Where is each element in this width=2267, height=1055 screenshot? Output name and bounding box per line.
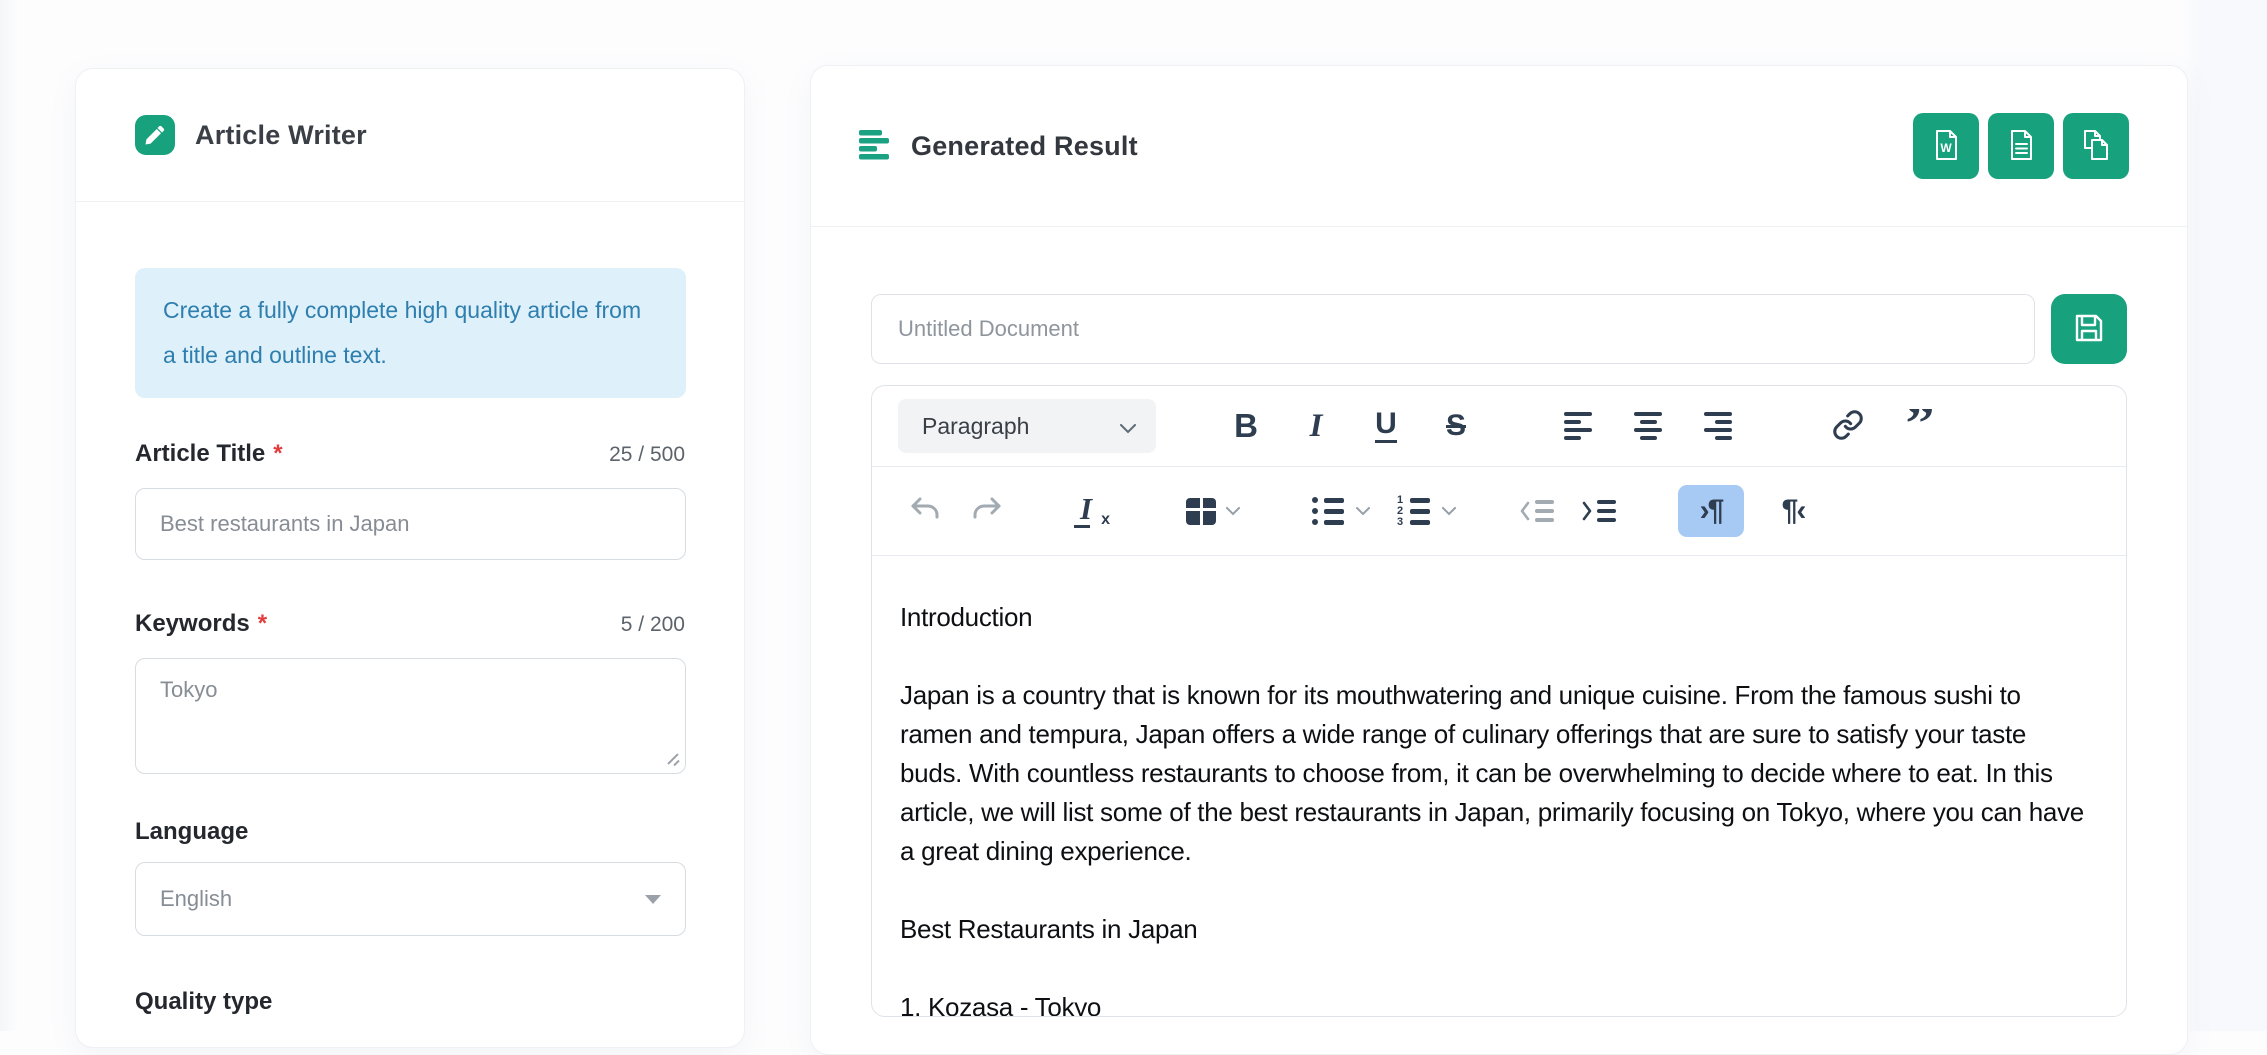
table-icon [1186, 498, 1216, 525]
redo-button[interactable] [970, 483, 1004, 539]
paragraph-style-dropdown[interactable]: Paragraph [898, 399, 1156, 453]
pencil-icon [135, 115, 175, 155]
article-title-input[interactable] [135, 488, 686, 560]
word-file-icon: W [1929, 128, 1963, 165]
underline-button[interactable]: U [1358, 398, 1414, 454]
resize-handle[interactable] [666, 752, 680, 766]
editor-content[interactable]: Introduction Japan is a country that is … [872, 556, 2126, 1017]
bullet-list-button[interactable] [1312, 483, 1370, 539]
align-right-icon [1704, 412, 1732, 441]
language-label: Language [135, 818, 248, 846]
undo-icon [908, 494, 942, 529]
link-icon [1832, 409, 1864, 444]
language-selected-value: English [160, 886, 232, 912]
numbered-list-icon: 1 2 3 [1396, 497, 1430, 526]
strikethrough-icon: S [1446, 409, 1466, 443]
paragraph-ltr-button[interactable]: ›¶ [1678, 485, 1744, 537]
save-icon [2071, 310, 2107, 349]
article-title-label: Article Title* [135, 440, 283, 468]
panel-title: Generated Result [911, 131, 1138, 162]
export-text-button[interactable] [1988, 113, 2054, 179]
text-file-icon [2004, 128, 2038, 165]
bullet-list-icon [1312, 497, 1344, 526]
italic-icon: I [1310, 408, 1323, 445]
indent-button[interactable] [1582, 483, 1616, 539]
required-marker: * [258, 610, 267, 637]
chevron-down-icon [1120, 413, 1136, 440]
keywords-label: Keywords* [135, 610, 267, 638]
article-title-counter: 25 / 500 [609, 443, 685, 467]
align-right-button[interactable] [1690, 398, 1746, 454]
numbered-list-button[interactable]: 1 2 3 [1396, 483, 1456, 539]
generated-result-header: Generated Result W [811, 66, 2187, 227]
export-word-button[interactable]: W [1913, 113, 1979, 179]
underline-icon: U [1375, 409, 1397, 443]
required-marker: * [273, 440, 282, 467]
link-button[interactable] [1820, 398, 1876, 454]
keywords-counter: 5 / 200 [621, 613, 685, 637]
align-left-button[interactable] [1550, 398, 1606, 454]
paragraph: Introduction [900, 598, 2090, 637]
keywords-input[interactable]: Tokyo [135, 658, 686, 774]
blockquote-button[interactable]: ” [1892, 398, 1948, 454]
tool-description: Create a fully complete high quality art… [135, 268, 686, 398]
paragraph: Japan is a country that is known for its… [900, 676, 2090, 871]
bold-button[interactable]: B [1218, 398, 1274, 454]
rich-text-editor: Paragraph B I U S [871, 385, 2127, 1017]
generated-result-panel: Generated Result W [810, 65, 2188, 1055]
page: Article Writer Create a fully complete h… [0, 0, 2267, 1031]
chevron-down-icon [1442, 504, 1456, 519]
align-center-icon [1634, 412, 1662, 441]
paragraph-rtl-icon: ¶‹ [1782, 494, 1805, 527]
svg-text:W: W [1940, 141, 1952, 155]
copy-button[interactable] [2063, 113, 2129, 179]
paragraph-ltr-icon: ›¶ [1700, 494, 1723, 527]
redo-icon [970, 494, 1004, 529]
strikethrough-button[interactable]: S [1428, 398, 1484, 454]
chevron-down-icon [645, 895, 661, 904]
editor-toolbar-row2: I x [872, 467, 2126, 555]
clear-formatting-button[interactable]: I x [1074, 483, 1110, 539]
export-button-group: W [1913, 113, 2129, 179]
text-lines-icon [859, 127, 893, 166]
paragraph: 1. Kozasa - Tokyo [900, 988, 2090, 1017]
editor-toolbar-row1: Paragraph B I U S [872, 386, 2126, 466]
paragraph-rtl-button[interactable]: ¶‹ [1760, 485, 1826, 537]
blockquote-icon: ” [1906, 409, 1935, 443]
article-writer-panel: Article Writer Create a fully complete h… [75, 68, 745, 1048]
panel-title: Article Writer [195, 120, 367, 151]
chevron-down-icon [1226, 504, 1240, 519]
italic-button[interactable]: I [1288, 398, 1344, 454]
outdent-icon [1520, 500, 1554, 523]
undo-button[interactable] [908, 483, 942, 539]
insert-table-button[interactable] [1186, 483, 1240, 539]
quality-type-label: Quality type [135, 988, 272, 1016]
bold-icon: B [1234, 407, 1258, 445]
article-writer-header: Article Writer [76, 69, 744, 202]
align-center-button[interactable] [1620, 398, 1676, 454]
align-left-icon [1564, 412, 1592, 441]
paragraph: Best Restaurants in Japan [900, 910, 2090, 949]
language-select[interactable]: English [135, 862, 686, 936]
document-title-input[interactable] [871, 294, 2035, 364]
chevron-down-icon [1356, 504, 1370, 519]
save-button[interactable] [2051, 294, 2127, 364]
copy-icon [2079, 128, 2113, 165]
outdent-button[interactable] [1520, 483, 1554, 539]
clear-formatting-icon: I x [1074, 491, 1110, 531]
indent-icon [1582, 500, 1616, 523]
